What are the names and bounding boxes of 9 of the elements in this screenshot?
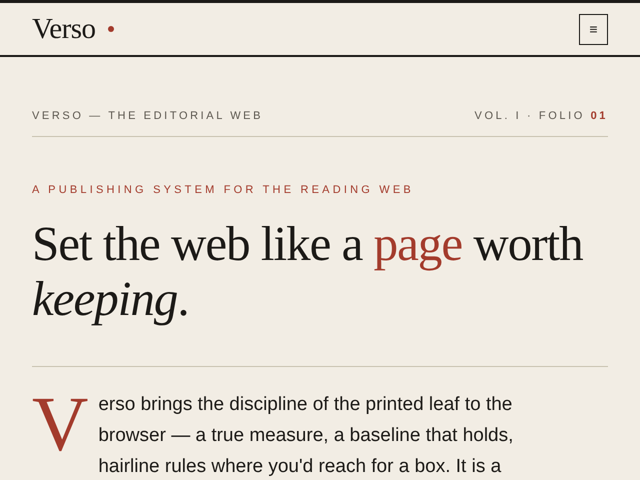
masthead-text: VERSO — THE EDITORIAL WEB: [32, 109, 264, 124]
drop-cap: V: [32, 393, 88, 455]
eyebrow-text: A PUBLISHING SYSTEM FOR THE READING WEB: [32, 182, 415, 198]
logo[interactable]: Verso: [32, 14, 96, 44]
folio-text: VOL. I · FOLIO 01: [474, 109, 608, 124]
dot-icon: [108, 26, 114, 32]
intro-paragraph: erso brings the discipline of the printed leaf to the browser — a true measure, a baseline that holds, hairline rules where you'd reach for a box. It is a: [98, 394, 514, 477]
headline: Set the web like a page worth keeping.: [32, 216, 608, 367]
menu-button[interactable]: ≡: [579, 14, 608, 44]
